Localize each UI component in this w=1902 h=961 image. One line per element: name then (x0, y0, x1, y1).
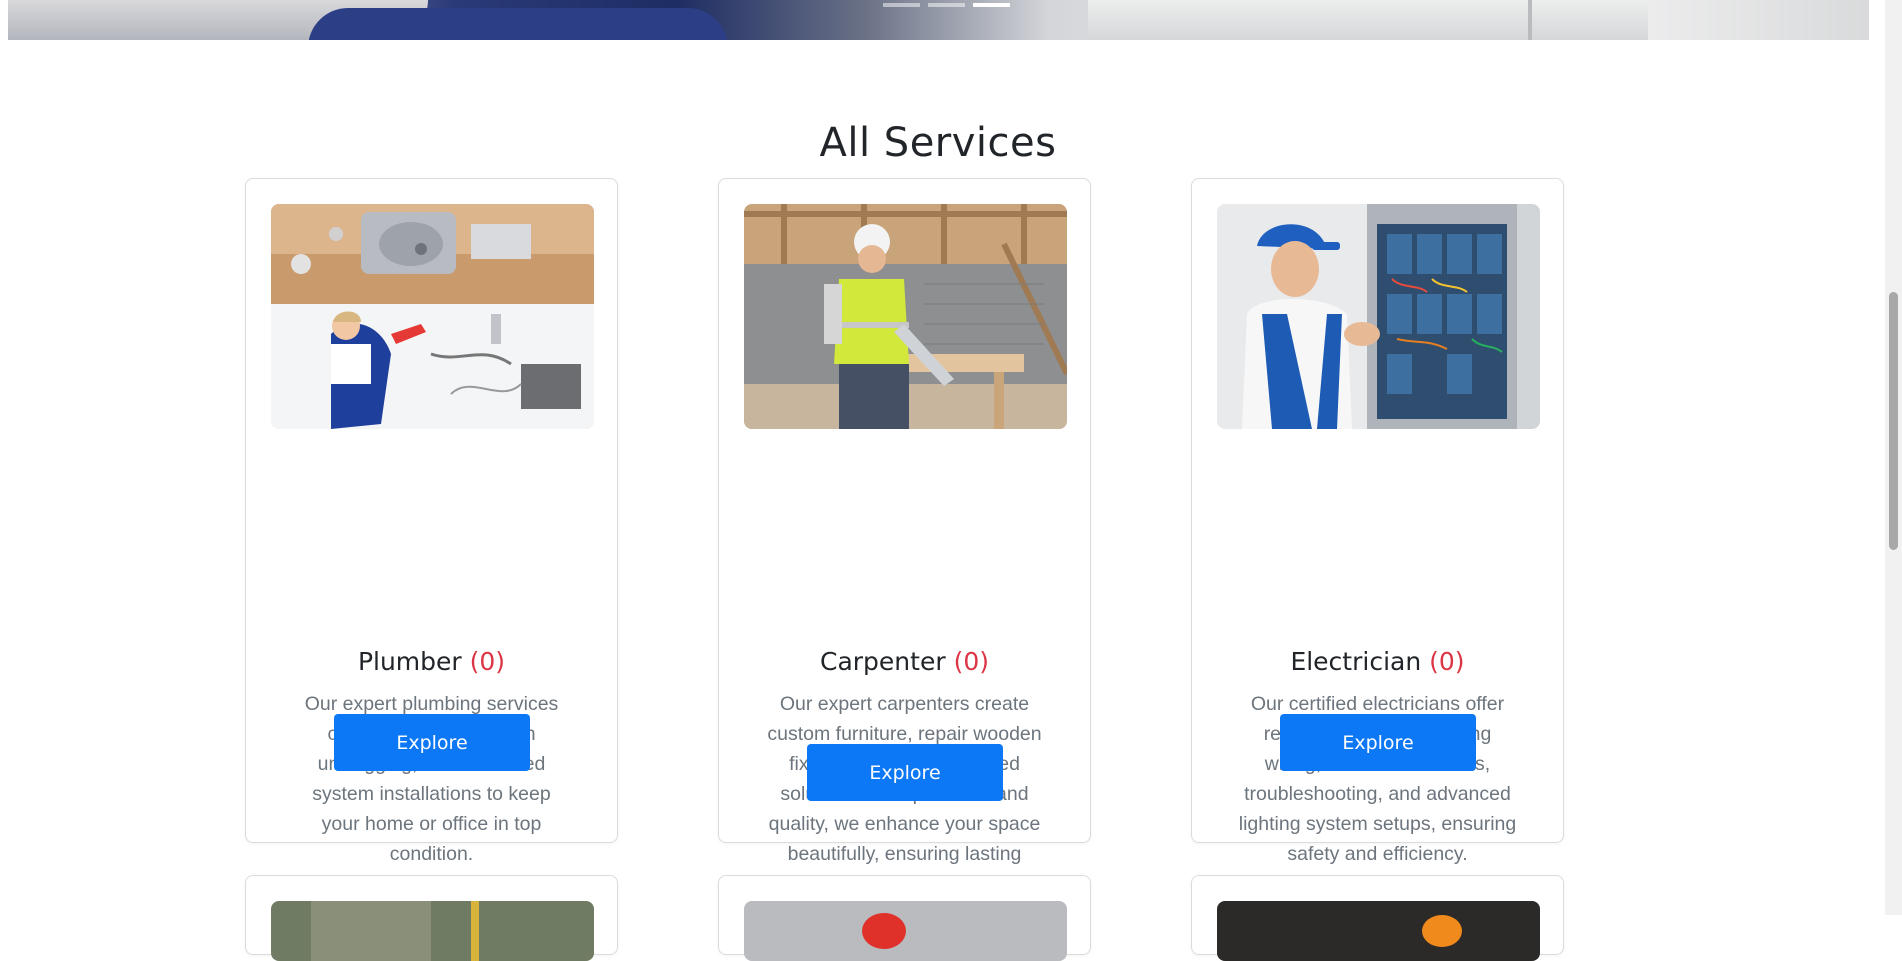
service-title: Plumber (0) (246, 647, 617, 676)
service-card-row2-1 (245, 875, 618, 961)
explore-button-plumber[interactable]: Explore (334, 714, 530, 771)
explore-button-carpenter[interactable]: Explore (807, 744, 1003, 801)
service-card-row2-3 (1191, 875, 1564, 961)
carousel-indicator-3[interactable] (973, 3, 1010, 7)
plumber-image (271, 204, 594, 429)
carousel-indicator-1[interactable] (883, 3, 920, 7)
scrollbar-thumb[interactable] (1889, 292, 1898, 550)
service-image (744, 901, 1067, 961)
carousel-indicators (883, 3, 1010, 7)
explore-button-electrician[interactable]: Explore (1280, 714, 1476, 771)
hero-image-right (1088, 0, 1648, 40)
service-count: (0) (469, 647, 506, 676)
service-image (1217, 901, 1540, 961)
carpenter-image (744, 204, 1067, 429)
service-name: Carpenter (820, 647, 946, 676)
page-scrollbar[interactable] (1885, 0, 1902, 915)
electrician-image (1217, 204, 1540, 429)
service-count: (0) (1429, 647, 1465, 676)
service-card-row2-2 (718, 875, 1091, 961)
section-title: All Services (819, 120, 1057, 166)
service-title: Carpenter (0) (719, 647, 1090, 676)
hero-image-figure (308, 8, 728, 40)
hero-carousel (8, 0, 1869, 40)
service-name: Plumber (357, 647, 462, 676)
hero-image-edge (1528, 0, 1532, 40)
service-card-plumber: Plumber (0) Our expert plumbing services… (245, 178, 618, 865)
service-count: (0) (953, 647, 989, 676)
service-name: Electrician (1290, 647, 1422, 676)
carousel-indicator-2[interactable] (928, 3, 965, 7)
service-title: Electrician (0) (1192, 647, 1563, 676)
service-image (271, 901, 594, 961)
service-card-carpenter: Carpenter (0) Our expert carpenters crea… (718, 178, 1091, 895)
service-card-electrician: Electrician (0) Our certified electricia… (1191, 178, 1564, 865)
